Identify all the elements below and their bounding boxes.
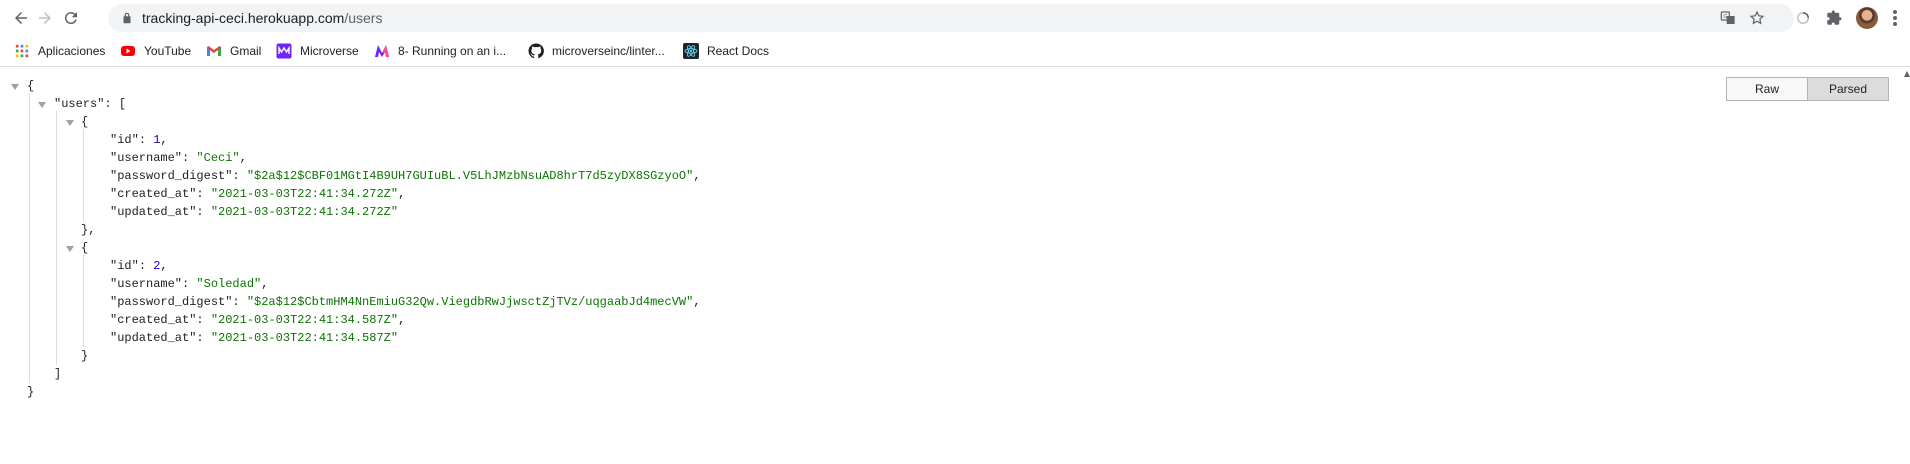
json-line-id: "id": 2, [110,259,168,273]
indent-guide [83,129,84,221]
bookmark-linter[interactable]: microverseinc/linter... [528,42,665,60]
address-url[interactable]: tracking-api-ceci.herokuapp.com/users [142,10,382,26]
github-icon [528,43,544,59]
lock-icon [123,12,131,24]
svg-text:G: G [1723,14,1727,20]
bookmark-label: Aplicaciones [38,44,106,58]
indent-guide [83,255,84,347]
collapse-toggle-user-0[interactable] [66,120,74,126]
json-number: 2 [153,259,161,273]
json-brace: }, [81,223,96,237]
bookmark-aplicaciones[interactable]: Aplicaciones [14,42,105,60]
extensions-puzzle-icon[interactable] [1824,8,1844,28]
bookmark-label: microverseinc/linter... [552,44,665,58]
raw-button[interactable]: Raw [1726,77,1808,101]
bookmark-star-icon[interactable] [1749,10,1765,26]
parsed-button[interactable]: Parsed [1808,77,1889,101]
json-line-username: "username": "Ceci", [110,151,247,165]
scrollbar-up-arrow-icon[interactable] [1904,70,1910,78]
json-key: "created_at" [110,313,197,327]
bookmarks-bar: Aplicaciones YouTube Gmail Microverse 8-… [0,36,1910,67]
browser-menu-icon[interactable] [1892,8,1898,28]
indent-guide [56,111,57,365]
json-key: "updated_at" [110,205,197,219]
back-arrow-icon [15,12,27,24]
react-icon [683,43,699,59]
json-line-updated-at: "updated_at": "2021-03-03T22:41:34.587Z" [110,331,399,345]
collapse-toggle-users[interactable] [38,102,46,108]
url-path: /users [344,10,383,26]
bookmark-label: Microverse [300,44,359,58]
youtube-icon [120,43,136,59]
reload-icon [64,12,77,25]
collapse-toggle-root[interactable] [11,84,19,90]
address-bar[interactable]: tracking-api-ceci.herokuapp.com/users G [108,4,1794,32]
json-line-created-at: "created_at": "2021-03-03T22:41:34.272Z"… [110,187,406,201]
microverse-m-icon [374,43,390,59]
json-string: "2021-03-03T22:41:34.587Z" [210,313,399,327]
browser-toolbar: tracking-api-ceci.herokuapp.com/users G [0,0,1910,36]
translate-icon[interactable]: G [1720,10,1736,26]
json-brace: } [81,349,89,363]
url-host: tracking-api-ceci.herokuapp.com [142,10,345,26]
bookmark-gmail[interactable]: Gmail [206,42,261,60]
bookmark-youtube[interactable]: YouTube [120,42,191,60]
json-viewer: { "users": [ { "id": 1, "username": "Cec… [0,67,1910,464]
bookmark-running-on-an[interactable]: 8- Running on an i... [374,42,506,60]
bookmark-label: YouTube [144,44,192,58]
json-line-created-at: "created_at": "2021-03-03T22:41:34.587Z"… [110,313,406,327]
json-string: "$2a$12$CbtmHM4NnEmiuG32Qw.ViegdbRwJjwsc… [246,295,694,309]
json-brace: } [27,385,35,399]
reload-button[interactable] [58,5,84,31]
json-string: "2021-03-03T22:41:34.272Z" [210,205,399,219]
json-key: "password_digest" [110,169,233,183]
json-line-id: "id": 1, [110,133,168,147]
json-string: "Ceci" [196,151,240,165]
json-bracket: ] [54,367,62,381]
apps-grid-icon [14,43,30,59]
json-key: "id" [110,259,139,273]
json-key: "updated_at" [110,331,197,345]
json-number: 1 [153,133,161,147]
profile-avatar[interactable] [1856,7,1878,29]
json-string: "2021-03-03T22:41:34.587Z" [210,331,399,345]
json-key: "users" [54,97,105,111]
json-key: "username" [110,151,183,165]
bookmark-label: 8- Running on an i... [398,44,507,58]
json-line-users: "users": [ [54,97,127,111]
json-string: "Soledad" [196,277,262,291]
extension-circle-icon[interactable] [1793,8,1813,28]
json-key: "username" [110,277,183,291]
back-button[interactable] [8,5,34,31]
json-line-updated-at: "updated_at": "2021-03-03T22:41:34.272Z" [110,205,399,219]
json-string: "2021-03-03T22:41:34.272Z" [210,187,399,201]
json-key: "id" [110,133,139,147]
indent-guide [29,93,30,383]
collapse-toggle-user-1[interactable] [66,246,74,252]
gmail-icon [206,43,222,59]
bookmark-microverse[interactable]: Microverse [276,42,359,60]
json-line-username: "username": "Soledad", [110,277,269,291]
view-mode-toggle: Raw Parsed [1726,77,1889,101]
bookmark-label: React Docs [707,44,770,58]
bookmark-label: Gmail [230,44,262,58]
microverse-icon [276,43,292,59]
bookmark-react-docs[interactable]: React Docs [683,42,769,60]
json-key: "password_digest" [110,295,233,309]
json-line-password-digest: "password_digest": "$2a$12$CBF01MGtI4B9U… [110,169,701,183]
json-key: "created_at" [110,187,197,201]
json-string: "$2a$12$CBF01MGtI4B9UH7GUIuBL.V5LhJMzbNs… [246,169,694,183]
json-line-password-digest: "password_digest": "$2a$12$CbtmHM4NnEmiu… [110,295,701,309]
forward-arrow-icon [39,12,51,24]
forward-button[interactable] [32,5,58,31]
